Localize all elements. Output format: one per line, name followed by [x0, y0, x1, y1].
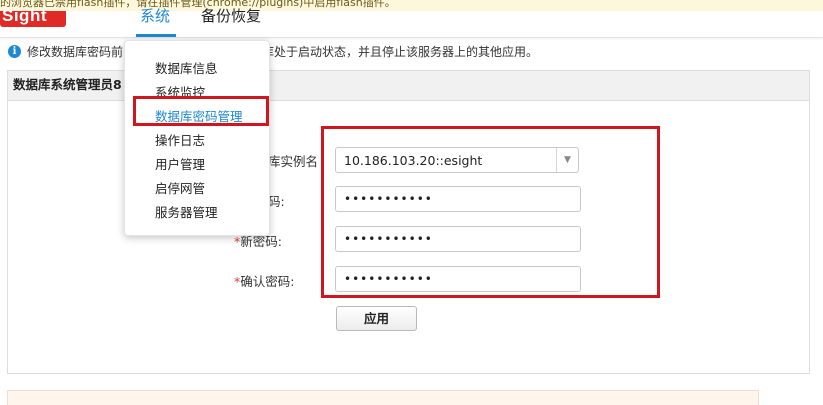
bottom-notice: [7, 390, 759, 405]
old-password-label: 码:: [268, 194, 285, 209]
form-highlight-box: [321, 126, 660, 298]
menu-item-user-management[interactable]: 用户管理: [155, 154, 205, 173]
confirm-password-label-text: 确认密码:: [240, 274, 295, 289]
menu-item-start-stop[interactable]: 启停网管: [155, 178, 205, 197]
instance-label: 库实例名: [268, 154, 319, 169]
menu-highlight-box: [133, 96, 269, 126]
esight-logo[interactable]: Sight: [0, 6, 66, 27]
top-header: Sight 系统 备份恢复: [0, 6, 823, 38]
logo-text: Sight: [2, 6, 47, 25]
info-text-suffix: 库处于启动状态，并且停止该服务器上的其他应用。: [262, 45, 539, 59]
flash-warning-text: 的浏览器已禁用flash插件，请在插件管理(chrome://plugins)中…: [0, 0, 396, 9]
tab-system[interactable]: 系统: [140, 5, 170, 26]
new-password-label-text: 新密码:: [240, 234, 282, 249]
menu-item-operation-log[interactable]: 操作日志: [155, 130, 205, 149]
info-icon: i: [8, 44, 21, 58]
confirm-password-label: *确认密码:: [234, 271, 294, 290]
system-dropdown-menu: 数据库信息 系统监控 数据库密码管理 操作日志 用户管理 启停网管 服务器管理: [124, 40, 270, 236]
apply-button[interactable]: 应用: [336, 306, 417, 331]
info-text-prefix: 修改数据库密码前: [27, 44, 124, 59]
flash-warning-bar: 的浏览器已禁用flash插件，请在插件管理(chrome://plugins)中…: [0, 0, 823, 11]
info-message: i 修改数据库密码前: [8, 43, 123, 59]
tab-backup-restore[interactable]: 备份恢复: [201, 5, 261, 26]
menu-item-server-management[interactable]: 服务器管理: [155, 202, 218, 221]
menu-item-database-info[interactable]: 数据库信息: [155, 58, 218, 77]
active-tab-indicator: [136, 34, 176, 37]
